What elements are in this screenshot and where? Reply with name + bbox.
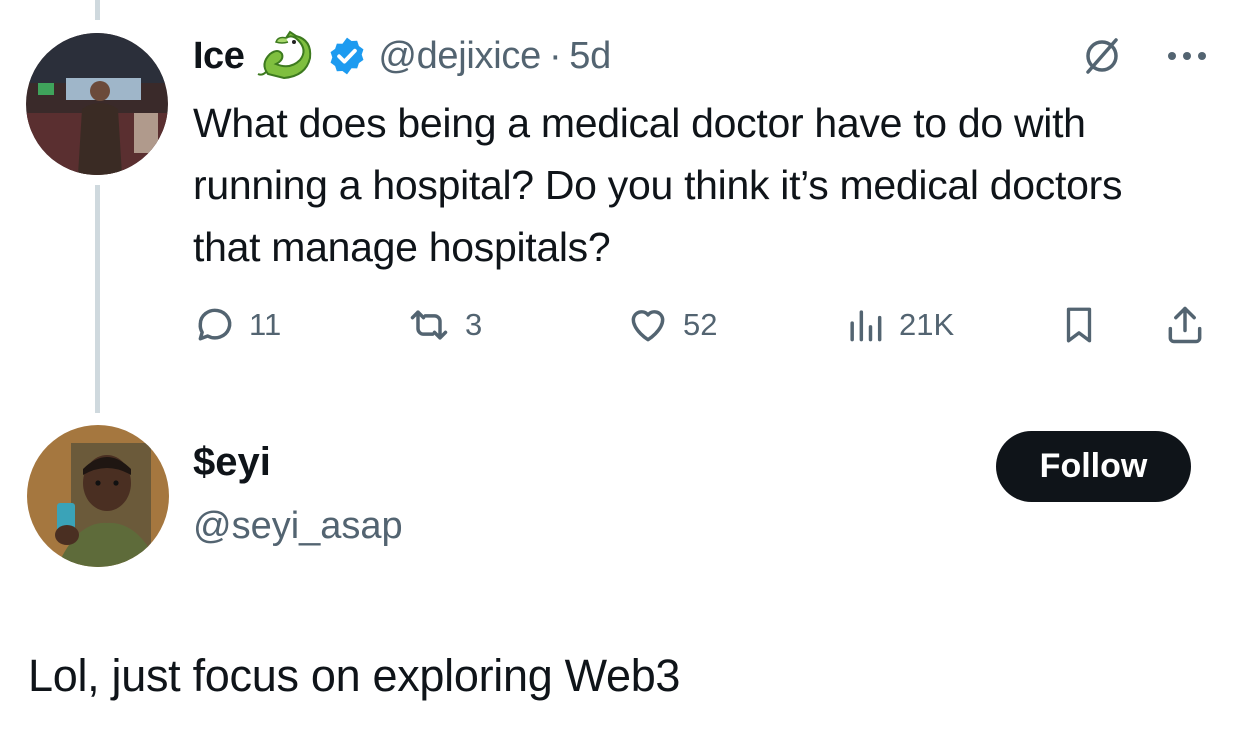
avatar-ice[interactable] <box>26 33 168 175</box>
author-handle-time: @dejixice · 5d <box>378 35 611 78</box>
reply-author-name[interactable]: $eyi <box>193 440 271 485</box>
share-button[interactable] <box>1163 300 1207 350</box>
bookmark-icon <box>1058 302 1100 348</box>
more-options-icon[interactable] <box>1166 50 1208 62</box>
heart-icon <box>625 303 671 347</box>
like-count: 52 <box>683 307 718 342</box>
repost-icon <box>405 303 453 347</box>
repost-count: 3 <box>465 307 483 342</box>
reply-icon <box>193 303 237 347</box>
separator-dot: · <box>548 34 562 77</box>
tweet-header-actions <box>1080 30 1208 82</box>
grok-icon[interactable] <box>1080 34 1124 78</box>
thread-line-top <box>95 0 100 20</box>
reply-text: Lol, just focus on exploring Web3 <box>28 650 681 701</box>
share-icon <box>1163 302 1207 348</box>
views-button[interactable]: 21K <box>843 300 954 350</box>
tweet-timestamp[interactable]: 5d <box>569 35 611 77</box>
tweet-actions: 11 3 52 21K <box>193 300 1213 350</box>
tweet-text: What does being a medical doctor have to… <box>193 100 1123 270</box>
follow-button[interactable]: Follow <box>996 431 1191 502</box>
views-bar-chart-icon <box>843 303 887 347</box>
like-button[interactable]: 52 <box>625 300 717 350</box>
reply-author-handle[interactable]: @seyi_asap <box>193 505 403 548</box>
avatar-seyi[interactable] <box>27 425 169 567</box>
author-handle[interactable]: @dejixice <box>378 35 541 77</box>
verified-badge-icon <box>326 35 368 77</box>
tweet-header: Ice @dejixice · 5d <box>193 30 611 82</box>
reply-count: 11 <box>249 307 282 342</box>
repost-button[interactable]: 3 <box>405 300 482 350</box>
author-name[interactable]: Ice <box>193 35 245 78</box>
reply-button[interactable]: 11 <box>193 300 281 350</box>
bookmark-button[interactable] <box>1058 300 1100 350</box>
dragon-emoji-icon <box>256 30 316 82</box>
thread-line <box>95 185 100 413</box>
views-count: 21K <box>899 307 955 342</box>
